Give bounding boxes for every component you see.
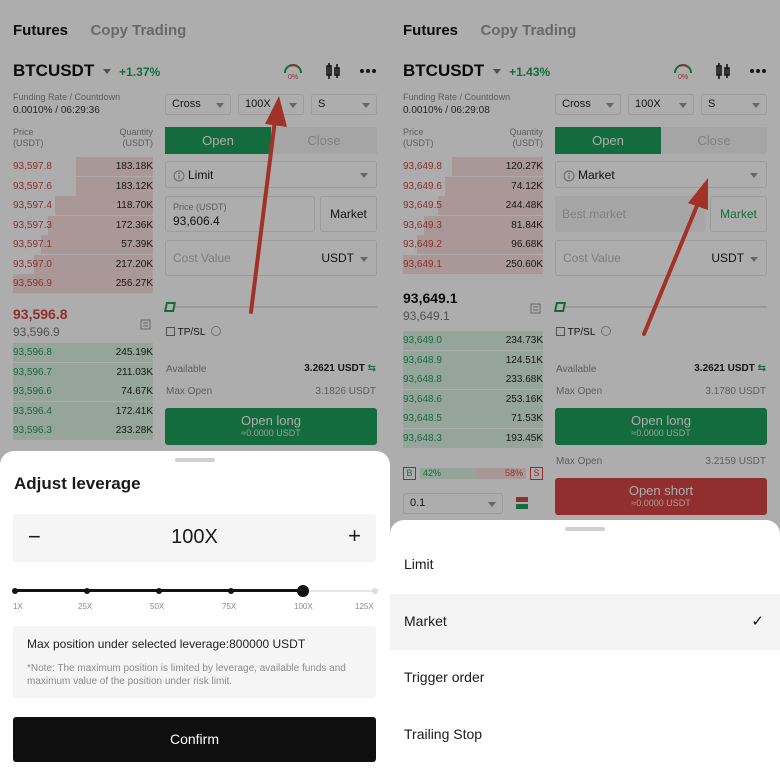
adjust-leverage-sheet: Adjust leverage − 100X + 1X 25X 50X 75X 100X… (0, 451, 390, 780)
slider-tick[interactable] (372, 588, 378, 594)
slider-tick-label: 100X (294, 602, 313, 611)
order-type-option[interactable]: Limit (390, 537, 780, 593)
slider-tick[interactable] (156, 588, 162, 594)
order-type-option[interactable]: Trigger order (390, 650, 780, 706)
leverage-slider[interactable]: 1X 25X 50X 75X 100X 125X (12, 585, 378, 615)
confirm-button[interactable]: Confirm (13, 717, 376, 762)
slider-tick-label: 75X (222, 602, 237, 611)
leverage-value[interactable]: 100X (13, 526, 376, 549)
slider-tick-label: 50X (150, 602, 165, 611)
slider-tick[interactable] (12, 588, 18, 594)
slider-tick[interactable] (228, 588, 234, 594)
slider-tick-label: 125X (355, 602, 374, 611)
order-type-option-label: Market (404, 612, 447, 629)
max-position-text: Max position under selected leverage:800… (27, 637, 306, 651)
left-screen: Futures Copy Trading BTCUSDT +1.37% 0% F… (0, 0, 390, 780)
order-type-option-label: Trailing Stop (404, 725, 483, 742)
leverage-stepper: − 100X + (13, 514, 376, 562)
leverage-note: *Note: The maximum position is limited b… (27, 663, 346, 687)
slider-tick[interactable] (84, 588, 90, 594)
order-type-sheet: Limit Market ✓ Trigger order Trailing Stop (390, 520, 780, 780)
slider-tick-label: 25X (78, 602, 93, 611)
order-type-option-label: Trigger order (404, 669, 485, 685)
slider-knob[interactable] (297, 585, 309, 597)
sheet-handle[interactable] (565, 527, 605, 531)
sheet-title: Adjust leverage (14, 474, 141, 493)
slider-tick-label: 1X (13, 602, 23, 611)
order-type-option-label: Limit (404, 556, 434, 572)
sheet-handle[interactable] (175, 458, 215, 462)
check-icon: ✓ (751, 612, 764, 630)
order-type-option[interactable]: Market ✓ (390, 593, 780, 650)
max-position-box: Max position under selected leverage:800… (13, 626, 376, 698)
increase-button[interactable]: + (348, 523, 361, 549)
right-screen: Futures Copy Trading BTCUSDT +1.43% 0% F… (390, 0, 780, 780)
order-type-option[interactable]: Trailing Stop (390, 707, 780, 763)
